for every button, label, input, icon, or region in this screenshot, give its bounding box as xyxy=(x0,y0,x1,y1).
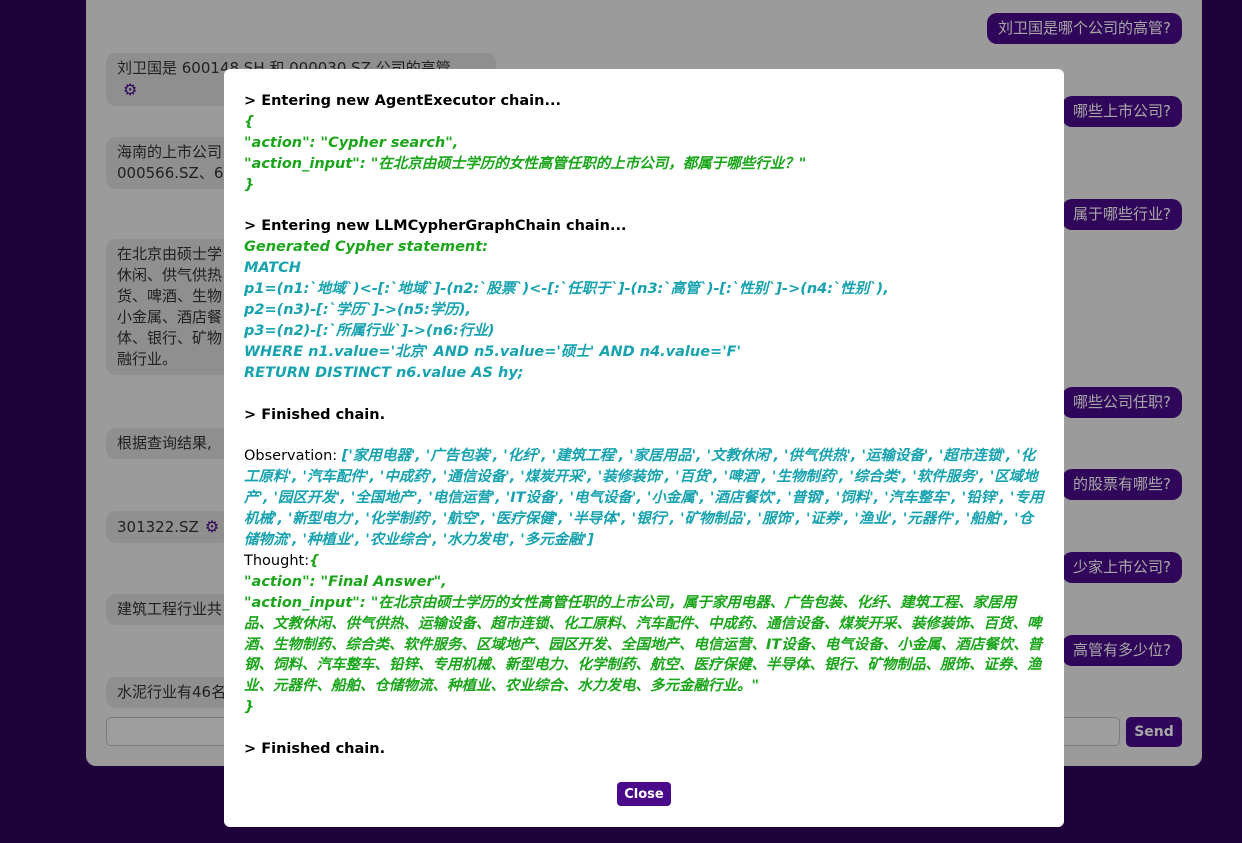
log-modal: > Entering new AgentExecutor chain... { … xyxy=(224,69,1064,827)
observation-label: Observation: xyxy=(244,448,342,465)
cypher-line: MATCH xyxy=(244,260,301,277)
thought-open: { xyxy=(309,552,320,569)
cypher-line: RETURN DISTINCT n6.value AS hy; xyxy=(244,364,524,381)
cypher-line: p1=(n1:`地域`)<-[:`地域`]-(n2:`股票`)<-[:`任职于`… xyxy=(244,281,889,298)
observation-value: ['家用电器', '广告包装', '化纤', '建筑工程', '家居用品', '… xyxy=(244,448,1044,548)
log-line: "action": "Final Answer", xyxy=(244,573,447,590)
log-line: "action_input": "在北京由硕士学历的女性高管任职的上市公司，属于… xyxy=(244,594,1043,695)
log-line: Generated Cypher statement: xyxy=(244,239,488,256)
log-line: > Finished chain. xyxy=(244,741,386,758)
log-line: > Entering new LLMCypherGraphChain chain… xyxy=(244,218,627,235)
log-line: } xyxy=(244,176,255,193)
observation-line: Observation: ['家用电器', '广告包装', '化纤', '建筑工… xyxy=(244,446,1044,551)
thought-line: Thought:{ xyxy=(244,551,1044,572)
log-line: "action_input": "在北京由硕士学历的女性高管任职的上市公司，都属… xyxy=(244,155,807,172)
log-line: "action": "Cypher search", xyxy=(244,134,459,151)
cypher-line: p2=(n3)-[:`学历`]->(n5:学历), xyxy=(244,302,471,319)
cypher-line: p3=(n2)-[:`所属行业`]->(n6:行业) xyxy=(244,322,495,339)
close-button[interactable]: Close xyxy=(617,782,671,806)
log-line: > Entering new AgentExecutor chain... xyxy=(244,93,561,109)
log-line: { xyxy=(244,113,255,130)
cypher-line: WHERE n1.value='北京' AND n5.value='硕士' AN… xyxy=(244,343,741,360)
log-line: > Finished chain. xyxy=(244,406,386,423)
thought-label: Thought: xyxy=(244,552,310,569)
log-line: } xyxy=(244,699,255,716)
